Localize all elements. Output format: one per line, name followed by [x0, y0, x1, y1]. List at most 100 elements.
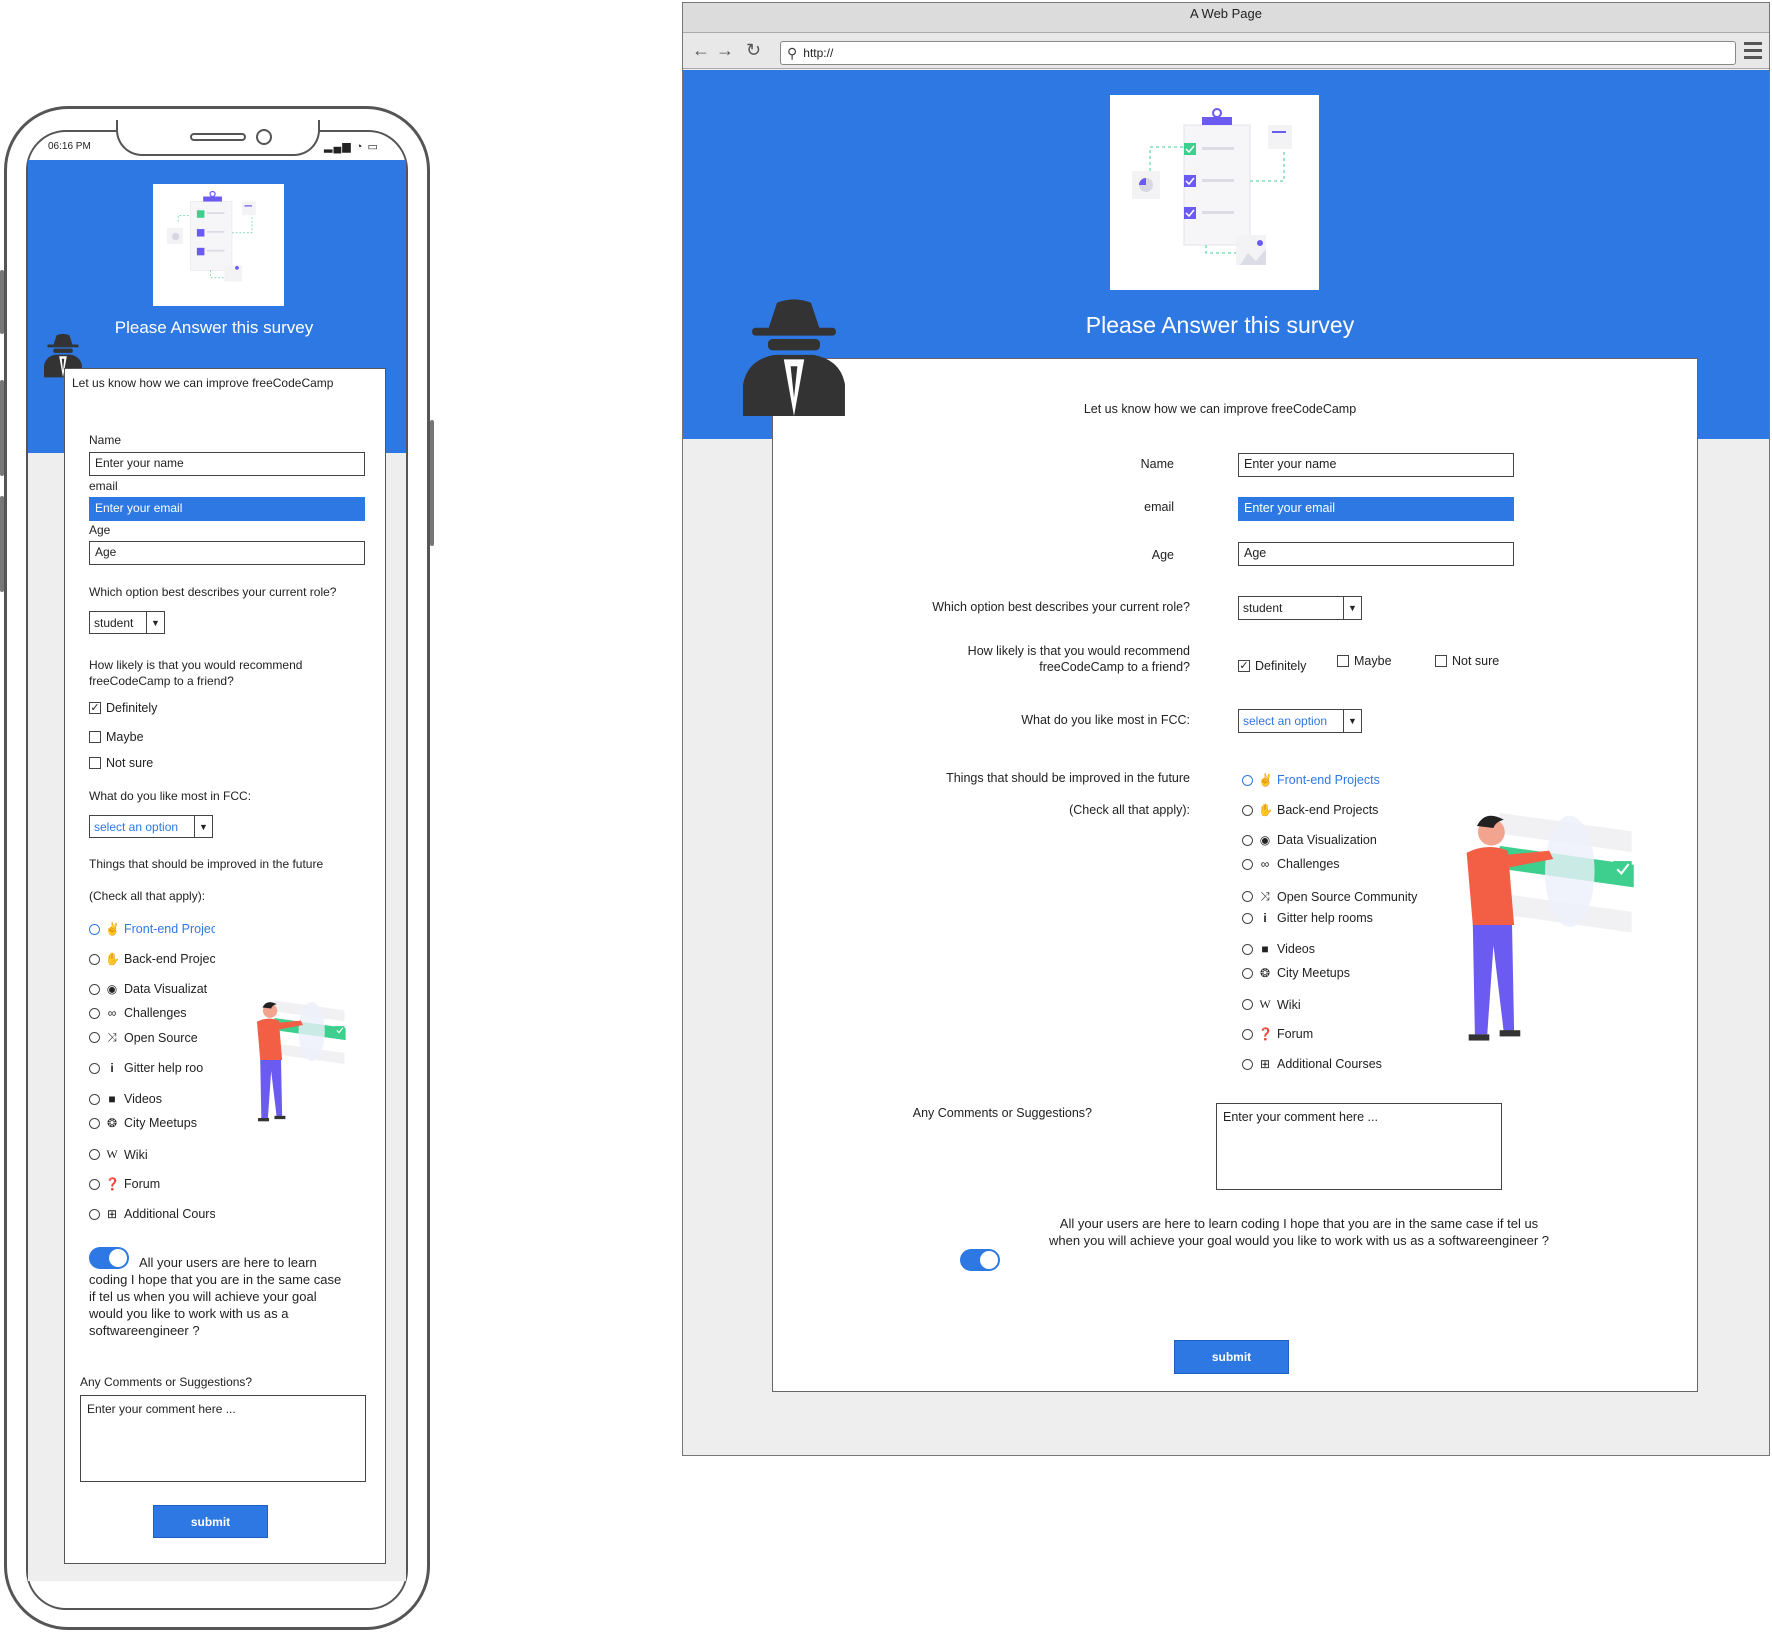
chevron-down-icon: ▼ [194, 816, 212, 837]
hand-icon: ✋ [1258, 803, 1273, 817]
mobile-comments-textarea[interactable]: Enter your comment here ... [80, 1395, 366, 1482]
mobile-role-select[interactable]: student ▼ [89, 611, 165, 634]
browser-age-input[interactable]: Age [1238, 542, 1514, 566]
browser-improve-option-frontend[interactable]: ✌ Front-end Projects [1242, 773, 1380, 787]
mobile-improve-option-forum[interactable]: ❓ Forum [89, 1177, 160, 1191]
eye-icon: ◉ [106, 982, 118, 996]
browser-improve-option-backend[interactable]: ✋ Back-end Projects [1242, 803, 1378, 817]
browser-improve-option-opensource[interactable]: ⤨ Open Source Community [1242, 889, 1417, 904]
mobile-recommend-option-not-sure[interactable]: Not sure [89, 756, 153, 770]
browser-page-title: Please Answer this survey [1085, 312, 1355, 338]
calendar-plus-icon: ⊞ [106, 1207, 118, 1221]
mobile-like-select[interactable]: select an option ▼ [89, 815, 213, 838]
browser-like-select[interactable]: select an option ▼ [1238, 709, 1362, 733]
browser-improve-option-dataviz[interactable]: ◉ Data Visualization [1242, 833, 1377, 847]
mobile-improve-option-courses[interactable]: ⊞ Additional Courses [89, 1207, 215, 1221]
shuffle-icon: ⤨ [107, 1030, 117, 1044]
browser-work-with-us-toggle[interactable] [960, 1249, 1000, 1271]
option-label: Back-end Projects [1277, 803, 1379, 817]
mobile-improve-option-dataviz[interactable]: ◉ Data Visualizat [89, 982, 207, 996]
meetup-icon: ❂ [1259, 966, 1271, 980]
mobile-improve-option-videos[interactable]: ■ Videos [89, 1092, 162, 1106]
option-label: Maybe [106, 730, 144, 744]
browser-role-select[interactable]: student ▼ [1238, 596, 1362, 620]
browser-improve-option-forum[interactable]: ❓ Forum [1242, 1027, 1313, 1041]
radio-icon [89, 1149, 100, 1160]
option-label: Data Visualization [1277, 833, 1377, 847]
mobile-submit-button[interactable]: submit [153, 1505, 268, 1538]
browser-email-input[interactable]: Enter your email [1238, 497, 1514, 521]
address-bar[interactable]: ⚲ http:// [780, 41, 1736, 65]
option-label: Definitely [106, 701, 158, 715]
radio-icon [89, 983, 100, 995]
video-camera-icon: ■ [108, 1092, 116, 1106]
browser-improve-option-videos[interactable]: ■ Videos [1242, 942, 1315, 956]
mobile-improve-option-wiki[interactable]: W Wiki [89, 1147, 148, 1162]
phone-button-mute [0, 270, 4, 334]
toggle-knob [980, 1251, 998, 1269]
browser-toggle-text-line2: when you will achieve your goal would yo… [1048, 1233, 1550, 1248]
browser-recommend-option-definitely[interactable]: ✓ Definitely [1238, 659, 1306, 673]
option-label: Videos [124, 1092, 162, 1106]
question-circle-icon: ❓ [1258, 1027, 1273, 1041]
mobile-improve-option-challenges[interactable]: ∞ Challenges [89, 1006, 187, 1020]
option-label: Challenges [124, 1006, 187, 1020]
hamburger-menu-icon[interactable] [1744, 42, 1762, 62]
browser-improve-option-meetups[interactable]: ❂ City Meetups [1242, 966, 1350, 980]
browser-improve-option-wiki[interactable]: W Wiki [1242, 997, 1301, 1012]
mobile-improve-question: Things that should be improved in the fu… [89, 857, 324, 871]
radio-icon [89, 923, 100, 935]
browser-recommend-option-maybe[interactable]: Maybe [1337, 654, 1392, 668]
option-label: Not sure [1452, 654, 1500, 668]
mobile-improve-option-backend[interactable]: ✋ Back-end Projects [89, 952, 215, 966]
browser-recommend-option-not-sure[interactable]: Not sure [1435, 654, 1499, 668]
hand-icon: ✋ [105, 952, 120, 966]
mobile-improve-option-meetups[interactable]: ❂ City Meetups [89, 1116, 197, 1130]
browser-improve-option-courses[interactable]: ⊞ Additional Courses [1242, 1057, 1382, 1071]
option-label: Videos [1277, 942, 1315, 956]
radio-icon [89, 1208, 100, 1220]
mobile-improve-hint: (Check all that apply): [89, 889, 206, 903]
radio-icon [1242, 774, 1253, 786]
mobile-recommend-option-definitely[interactable]: ✓ Definitely [89, 701, 157, 715]
mobile-email-input[interactable]: Enter your email [89, 497, 365, 521]
checkbox-icon [1435, 655, 1447, 667]
checkbox-icon [89, 757, 101, 769]
mobile-role-question: Which option best describes your current… [89, 585, 337, 599]
forward-arrow-icon[interactable]: → [716, 40, 734, 61]
survey-illustration-icon [1132, 108, 1292, 265]
browser-improve-option-challenges[interactable]: ∞ Challenges [1242, 857, 1340, 871]
radio-icon [89, 953, 100, 965]
checkbox-icon [89, 731, 101, 743]
mobile-name-input[interactable]: Enter your name [89, 452, 365, 476]
chevron-down-icon: ▼ [1343, 597, 1361, 619]
option-label: Maybe [1354, 654, 1392, 668]
browser-role-question: Which option best describes your current… [932, 600, 1190, 614]
survey-illustration-icon [166, 190, 256, 282]
checkbox-checked-icon: ✓ [1238, 660, 1250, 672]
mobile-recommend-option-maybe[interactable]: Maybe [89, 730, 144, 744]
browser-submit-button[interactable]: submit [1174, 1340, 1289, 1374]
browser-name-input[interactable]: Enter your name [1238, 453, 1514, 477]
option-label: Additional Courses [1277, 1057, 1382, 1071]
mobile-age-input[interactable]: Age [89, 541, 365, 565]
browser-comments-textarea[interactable]: Enter your comment here ... [1216, 1103, 1502, 1190]
browser-improve-option-gitter[interactable]: i Gitter help rooms [1242, 911, 1373, 925]
browser-name-label: Name [1140, 457, 1174, 471]
info-icon: i [1263, 911, 1267, 925]
mobile-improve-option-frontend[interactable]: ✌ Front-end Projects [89, 922, 215, 936]
status-icons: ▂▄▆ ◔ ▭ [324, 141, 379, 153]
checkbox-icon [1337, 655, 1349, 667]
browser-recommend-question-line1: How likely is that you would recommend [967, 644, 1190, 658]
mobile-improve-option-gitter[interactable]: i Gitter help roo [89, 1061, 203, 1075]
back-arrow-icon[interactable]: ← [692, 40, 710, 61]
phone-button-volume-down [0, 496, 4, 592]
mobile-improve-option-opensource[interactable]: ⤨ Open Source [89, 1030, 198, 1045]
browser-email-label: email [1144, 500, 1174, 514]
reload-icon[interactable]: ↻ [746, 40, 761, 61]
mobile-name-label: Name [89, 433, 122, 447]
video-camera-icon: ■ [1261, 942, 1269, 956]
spy-avatar-icon [742, 296, 846, 416]
wikipedia-icon: W [106, 1147, 118, 1161]
phone-camera [256, 129, 272, 145]
